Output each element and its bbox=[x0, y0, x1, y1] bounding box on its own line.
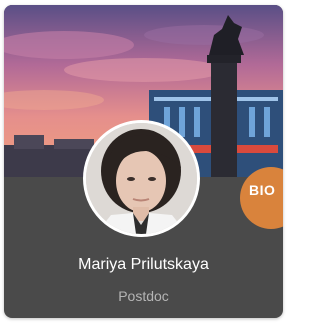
bio-label: BIO bbox=[249, 182, 276, 198]
profile-card[interactable]: BIO Mariya Prilutskaya Postdoc bbox=[4, 5, 283, 318]
avatar[interactable] bbox=[83, 120, 200, 237]
profile-role: Postdoc bbox=[118, 288, 169, 304]
profile-name: Mariya Prilutskaya bbox=[78, 256, 209, 273]
